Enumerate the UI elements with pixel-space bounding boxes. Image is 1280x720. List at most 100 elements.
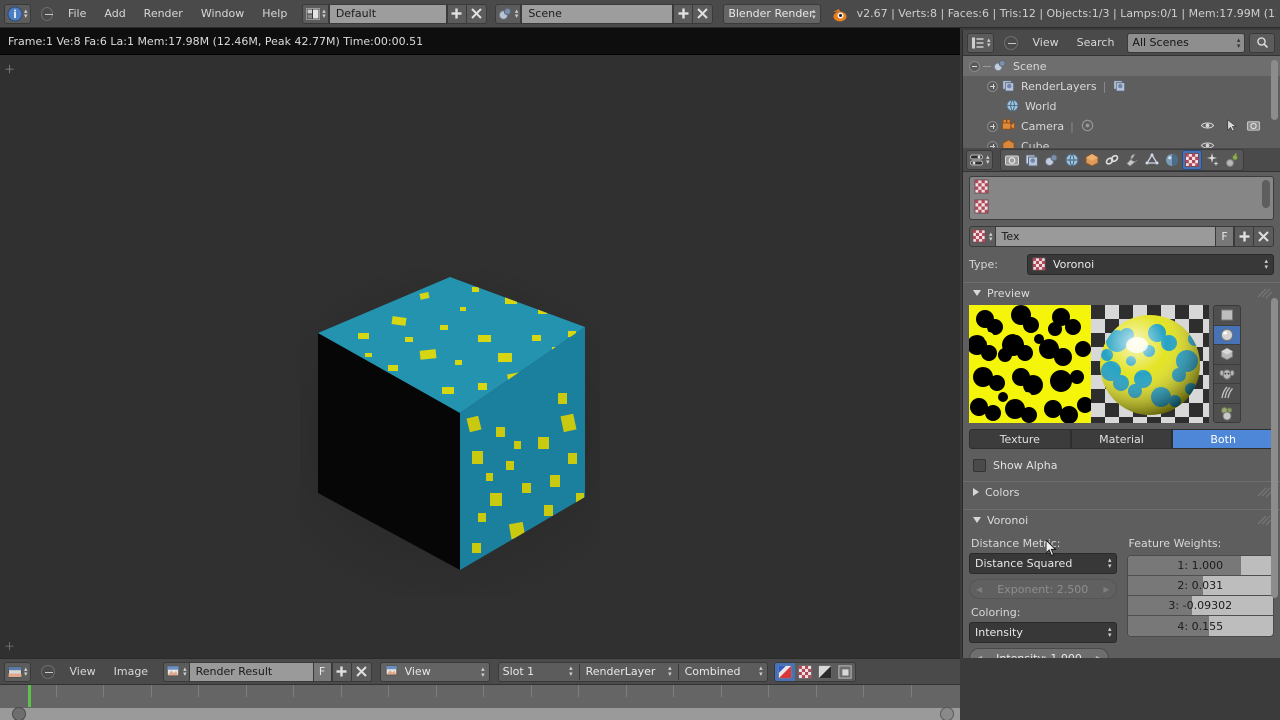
coloring-dropdown[interactable]: Intensity ▴ ▾ <box>969 622 1117 643</box>
texture-datablock-browse-button[interactable]: ▴ ▾ <box>969 226 996 247</box>
color-icon[interactable] <box>794 662 815 681</box>
menu-add[interactable]: Add <box>95 4 134 24</box>
outliner-editor[interactable]: ▴ ▾ View Search All Scenes ▴ ▾ Scene Ren… <box>962 30 1280 148</box>
menu-help[interactable]: Help <box>253 4 296 24</box>
texture-slot-0[interactable] <box>970 177 1273 197</box>
properties-editor[interactable]: ▴ ▾ ▴ ▾ Tex F Type: Voronoi ▴ ▾ Preview … <box>962 148 1280 658</box>
menu-file[interactable]: File <box>59 4 95 24</box>
texture-name-input[interactable]: Tex <box>995 226 1216 247</box>
intensity-field[interactable]: ◀ Intensity: 1.000 ▶ <box>969 648 1109 658</box>
render-layers-tab[interactable] <box>1022 150 1042 170</box>
screen-layout-field[interactable]: Default <box>328 3 447 24</box>
image-fake-user-button[interactable]: F <box>313 661 332 682</box>
scene-tab[interactable] <box>1042 150 1062 170</box>
monkey-preview-button[interactable] <box>1214 365 1240 384</box>
alpha-icon[interactable] <box>814 662 835 681</box>
expand-collapse-icon[interactable] <box>987 140 998 148</box>
properties-scrollbar[interactable] <box>1271 298 1278 598</box>
editor-type-selector-outliner[interactable]: ▴ ▾ <box>967 32 994 53</box>
voronoi-panel-header[interactable]: Voronoi <box>963 510 1280 530</box>
outliner-collapse-button[interactable] <box>1003 35 1018 50</box>
3d-viewport[interactable]: Frame:1 Ve:8 Fa:6 La:1 Mem:17.98M (12.46… <box>0 28 960 658</box>
render-slot-dropdown[interactable]: Slot 1 ▴ ▾ <box>499 662 577 682</box>
image-view-mode-dropdown[interactable]: View ▴ ▾ <box>379 661 490 682</box>
feature-weight-4-slider[interactable]: 4: 0.155 <box>1127 616 1274 636</box>
preview-mode-material[interactable]: Material <box>1070 429 1173 449</box>
editor-type-selector-properties[interactable]: ▴ ▾ <box>966 149 993 170</box>
new-texture-button[interactable] <box>1234 226 1254 247</box>
delete-screen-layout-button[interactable] <box>466 3 487 24</box>
object-tab[interactable] <box>1082 150 1102 170</box>
render-layer-dropdown[interactable]: RenderLayer ▴ ▾ <box>582 662 676 682</box>
color-and-alpha-icon[interactable] <box>774 662 795 681</box>
render-camera-icon[interactable] <box>1246 118 1262 134</box>
distance-metric-dropdown[interactable]: Distance Squared ▴ ▾ <box>969 553 1117 574</box>
viewport-plus-handle-top[interactable]: ＋ <box>4 61 15 77</box>
render-tab[interactable] <box>1002 150 1022 170</box>
add-screen-layout-button[interactable] <box>446 3 467 24</box>
z-buffer-icon[interactable] <box>834 662 855 681</box>
editor-type-selector-info[interactable]: ▴ ▾ <box>4 3 31 24</box>
texture-slot-scrollbar[interactable] <box>1262 180 1270 208</box>
viewport-canvas[interactable]: ＋ ＋ <box>0 55 960 658</box>
physics-tab[interactable] <box>1222 150 1242 170</box>
outliner-search-button[interactable] <box>1249 32 1276 53</box>
viewport-plus-handle-bottom[interactable]: ＋ <box>4 638 15 654</box>
camera-data-icon[interactable] <box>1080 118 1096 134</box>
render-engine-selector[interactable]: Blender Render ▴ ▾ <box>723 3 821 24</box>
texture-slot-1[interactable] <box>970 197 1273 217</box>
collapse-menu-button[interactable] <box>40 6 53 21</box>
menu-render[interactable]: Render <box>135 4 192 24</box>
texture-type-dropdown[interactable]: Voronoi ▴ ▾ <box>1027 254 1274 275</box>
unlink-texture-button[interactable] <box>1254 226 1274 247</box>
data-tab[interactable] <box>1142 150 1162 170</box>
scroll-handle-left[interactable] <box>12 707 26 720</box>
increment-arrow-icon[interactable]: ▶ <box>1096 654 1102 659</box>
eye-icon[interactable] <box>1200 118 1216 134</box>
scene-icon-button[interactable]: ▴ ▾ <box>494 3 522 24</box>
outliner-row-scene[interactable]: Scene <box>963 56 1280 76</box>
modifiers-tab[interactable] <box>1122 150 1142 170</box>
add-scene-button[interactable] <box>673 3 694 24</box>
image-editor-canvas[interactable]: 5010015020025030035040045050055060065070… <box>0 685 960 720</box>
cube-preview-button[interactable] <box>1214 345 1240 365</box>
image-menu-image[interactable]: Image <box>105 662 157 682</box>
image-editor-collapse-button[interactable] <box>40 664 55 679</box>
outliner-display-mode[interactable]: All Scenes ▴ ▾ <box>1127 32 1246 53</box>
constraints-tab[interactable] <box>1102 150 1122 170</box>
feature-weight-3-slider[interactable]: 3: -0.09302 <box>1127 596 1273 616</box>
texture-preview-area[interactable] <box>967 305 1274 424</box>
image-menu-view[interactable]: View <box>61 662 105 682</box>
outliner-row-camera[interactable]: Camera | <box>963 116 1280 136</box>
expand-collapse-icon[interactable] <box>987 80 998 92</box>
decrement-arrow-icon[interactable]: ◀ <box>976 654 982 659</box>
new-image-button[interactable] <box>331 661 352 682</box>
world-tab[interactable] <box>1062 150 1082 170</box>
outliner-scrollbar[interactable] <box>1271 60 1278 120</box>
eye-icon[interactable] <box>1200 138 1216 148</box>
playhead-marker[interactable] <box>28 685 31 707</box>
outliner-menu-search[interactable]: Search <box>1068 33 1124 53</box>
image-name-field[interactable]: Render Result <box>189 661 314 682</box>
fake-user-button[interactable]: F <box>1216 226 1234 247</box>
menu-window[interactable]: Window <box>192 4 253 24</box>
sphere-sky-preview-button[interactable] <box>1214 404 1240 423</box>
outliner-row-cube[interactable]: Cube <box>963 136 1280 148</box>
image-editor[interactable]: ▴ ▾ View Image ▴ ▾ Render Result F View … <box>0 658 960 720</box>
renderlayer-data-icon[interactable] <box>1112 78 1128 94</box>
delete-scene-button[interactable] <box>693 3 714 24</box>
unlink-image-button[interactable] <box>351 661 372 682</box>
render-pass-dropdown[interactable]: Combined ▴ ▾ <box>681 662 767 682</box>
show-alpha-checkbox[interactable] <box>973 458 986 472</box>
image-datablock-browse-button[interactable]: ▴ ▾ <box>163 661 190 682</box>
scene-field[interactable]: Scene <box>521 3 674 24</box>
expand-collapse-icon[interactable] <box>987 120 998 132</box>
feature-weight-2-slider[interactable]: 2: 0.031 <box>1127 576 1273 596</box>
cursor-arrow-icon[interactable] <box>1224 118 1240 134</box>
expand-collapse-icon[interactable] <box>969 60 980 72</box>
outliner-tree[interactable]: Scene RenderLayers | World Camera | Cube <box>963 56 1280 148</box>
texture-slot-list[interactable] <box>969 176 1274 220</box>
screen-layout-icon-button[interactable]: ▴ ▾ <box>302 3 329 24</box>
outliner-row-renderlayers[interactable]: RenderLayers | <box>963 76 1280 96</box>
colors-panel-header[interactable]: Colors <box>963 482 1280 502</box>
